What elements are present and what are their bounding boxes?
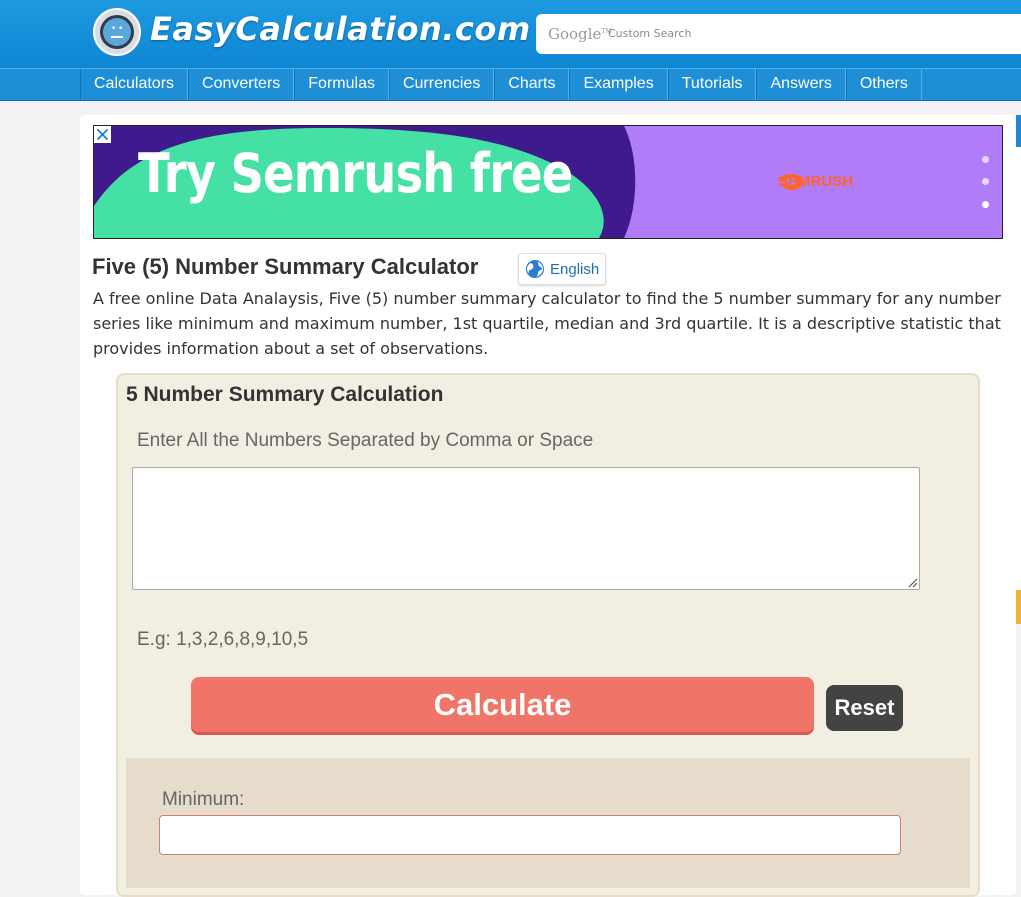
reset-button[interactable]: Reset <box>826 685 903 731</box>
calculator-title: 5 Number Summary Calculation <box>126 383 444 406</box>
site-header: • • EasyCalculation.com GoogleTM Custom … <box>0 0 1021 68</box>
side-gap <box>1016 147 1021 590</box>
nav-list: Calculators Converters Formulas Currencies C… <box>80 69 922 100</box>
globe-icon <box>526 260 544 278</box>
calculate-button[interactable]: Calculate <box>191 677 814 732</box>
custom-search-input[interactable]: GoogleTM Custom Search <box>536 14 1021 54</box>
ad-headline[interactable]: Try Semrush free <box>138 142 573 205</box>
nav-item-charts[interactable]: Charts <box>494 69 570 100</box>
numbers-input-label: Enter All the Numbers Separated by Comma… <box>137 430 594 451</box>
svg-text:•: • <box>118 24 123 34</box>
minimum-output-field[interactable] <box>159 815 901 855</box>
page-title: Five (5) Number Summary Calculator <box>92 254 479 279</box>
ad-carousel-dot[interactable] <box>982 156 989 163</box>
ad-carousel-dot-active[interactable] <box>982 201 989 208</box>
nav-item-answers[interactable]: Answers <box>756 69 846 100</box>
ad-banner[interactable]: Try Semrush free SEMRUSH <box>93 125 1003 239</box>
calculator-logo-icon[interactable]: • • <box>92 7 142 57</box>
search-placeholder: Custom Search <box>608 27 692 40</box>
nav-item-currencies[interactable]: Currencies <box>388 69 495 100</box>
nav-item-formulas[interactable]: Formulas <box>294 69 389 100</box>
language-label: English <box>550 261 600 278</box>
minimum-label: Minimum: <box>162 789 245 810</box>
nav-item-tutorials[interactable]: Tutorials <box>667 69 757 100</box>
close-icon[interactable] <box>94 126 111 143</box>
nav-item-examples[interactable]: Examples <box>569 69 668 100</box>
ad-brand[interactable]: SEMRUSH <box>778 173 853 190</box>
main-nav: Calculators Converters Formulas Currencies C… <box>0 68 1021 101</box>
intro-paragraph: A free online Data Analaysis, Five (5) n… <box>93 289 1001 358</box>
nav-item-others[interactable]: Others <box>845 69 922 100</box>
side-tab-blue[interactable] <box>1016 115 1021 147</box>
nav-item-calculators[interactable]: Calculators <box>80 69 189 100</box>
nav-item-converters[interactable]: Converters <box>188 69 295 100</box>
semrush-flame-icon <box>779 174 803 190</box>
side-tab-orange[interactable] <box>1016 590 1021 624</box>
language-selector[interactable]: English <box>518 253 606 285</box>
ad-carousel-dot[interactable] <box>982 178 989 185</box>
search-provider-label: GoogleTM <box>548 25 612 43</box>
svg-text:•: • <box>111 24 116 34</box>
site-logo-text[interactable]: EasyCalculation.com <box>150 10 531 48</box>
example-text: E.g: 1,3,2,6,8,9,10,5 <box>137 629 309 650</box>
numbers-input[interactable] <box>132 467 920 590</box>
resize-handle-icon[interactable] <box>907 577 918 588</box>
